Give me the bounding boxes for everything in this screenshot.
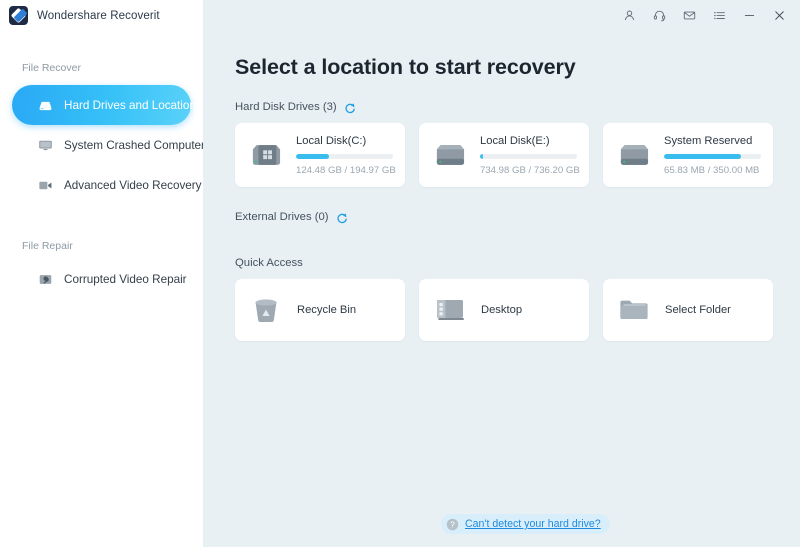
menu-icon[interactable] <box>704 0 734 31</box>
main-panel: Select a location to start recovery Hard… <box>203 0 800 547</box>
sidebar-item-label: System Crashed Computer <box>64 139 205 152</box>
content-area: Select a location to start recovery Hard… <box>203 0 800 341</box>
drive-card-body: Local Disk(C:) 124.48 GB / 194.97 GB <box>296 135 393 176</box>
drive-usage-fill <box>664 154 741 159</box>
sidebar-item-advanced-video-recovery[interactable]: Advanced Video Recovery <box>12 165 191 205</box>
drive-size-text: 124.48 GB / 194.97 GB <box>296 165 393 176</box>
sidebar-item-label: Corrupted Video Repair <box>64 273 187 286</box>
recycle-bin-icon <box>249 293 283 327</box>
mail-icon[interactable] <box>674 0 704 31</box>
sidebar-item-system-crashed-computer[interactable]: System Crashed Computer <box>12 125 191 165</box>
app-window: Wondershare Recoverit File Recover Hard … <box>0 0 800 547</box>
desktop-icon <box>433 293 467 327</box>
app-brand: Wondershare Recoverit <box>0 0 203 31</box>
cant-detect-hard-drive-link[interactable]: ? Can't detect your hard drive? <box>441 514 610 534</box>
drive-name: System Reserved <box>664 135 761 147</box>
quick-access-header: Quick Access <box>235 257 800 269</box>
video-repair-icon <box>37 271 54 288</box>
drive-card-system-reserved[interactable]: System Reserved 65.83 MB / 350.00 MB <box>603 123 773 187</box>
sidebar-item-hard-drives-and-locations[interactable]: Hard Drives and Locations <box>12 85 191 125</box>
drive-card-body: Local Disk(E:) 734.98 GB / 736.20 GB <box>480 135 577 176</box>
drive-usage-bar <box>480 154 577 159</box>
drive-card-body: System Reserved 65.83 MB / 350.00 MB <box>664 135 761 176</box>
sidebar: Wondershare Recoverit File Recover Hard … <box>0 0 203 547</box>
refresh-icon[interactable] <box>336 211 348 223</box>
quick-access-label: Quick Access <box>235 257 303 269</box>
close-icon[interactable] <box>764 0 794 31</box>
drive-card-local-disk-c[interactable]: Local Disk(C:) 124.48 GB / 194.97 GB <box>235 123 405 187</box>
support-icon[interactable] <box>644 0 674 31</box>
drive-icon <box>431 140 469 170</box>
sidebar-section-file-recover-label: File Recover <box>0 62 203 74</box>
external-drives-header: External Drives (0) <box>235 211 800 223</box>
hard-disk-drives-label: Hard Disk Drives (3) <box>235 101 337 113</box>
drive-usage-fill <box>480 154 483 159</box>
page-title: Select a location to start recovery <box>235 55 800 80</box>
quick-access-recycle-bin[interactable]: Recycle Bin <box>235 279 405 341</box>
quick-access-label-text: Select Folder <box>665 304 731 316</box>
drive-size-text: 734.98 GB / 736.20 GB <box>480 165 577 176</box>
quick-access-desktop[interactable]: Desktop <box>419 279 589 341</box>
windows-drive-icon <box>247 140 285 170</box>
sidebar-nav-file-repair: Corrupted Video Repair <box>0 262 203 296</box>
hard-disk-drives-header: Hard Disk Drives (3) <box>235 101 800 113</box>
minimize-icon[interactable] <box>734 0 764 31</box>
drive-size-text: 65.83 MB / 350.00 MB <box>664 165 761 176</box>
drive-usage-fill <box>296 154 329 159</box>
monitor-icon <box>37 137 54 154</box>
refresh-icon[interactable] <box>344 101 356 113</box>
help-link-text: Can't detect your hard drive? <box>465 518 601 530</box>
external-drives-label: External Drives (0) <box>235 211 329 223</box>
quick-access-label-text: Desktop <box>481 304 522 316</box>
account-icon[interactable] <box>614 0 644 31</box>
quick-access-select-folder[interactable]: Select Folder <box>603 279 773 341</box>
quick-access-label-text: Recycle Bin <box>297 304 356 316</box>
drive-card-local-disk-e[interactable]: Local Disk(E:) 734.98 GB / 736.20 GB <box>419 123 589 187</box>
hard-drive-icon <box>37 97 54 114</box>
drive-name: Local Disk(E:) <box>480 135 577 147</box>
sidebar-nav-file-recover: Hard Drives and Locations System Crashed… <box>0 85 203 205</box>
sidebar-item-label: Hard Drives and Locations <box>64 99 202 112</box>
sidebar-item-corrupted-video-repair[interactable]: Corrupted Video Repair <box>12 262 191 296</box>
video-camera-icon <box>37 177 54 194</box>
hard-disk-drive-cards: Local Disk(C:) 124.48 GB / 194.97 GB <box>235 123 800 187</box>
window-controls <box>614 0 800 31</box>
drive-name: Local Disk(C:) <box>296 135 393 147</box>
drive-icon <box>615 140 653 170</box>
drive-usage-bar <box>664 154 761 159</box>
app-title: Wondershare Recoverit <box>37 10 160 22</box>
drive-usage-bar <box>296 154 393 159</box>
sidebar-item-label: Advanced Video Recovery <box>64 179 202 192</box>
svg-text:?: ? <box>450 520 455 529</box>
folder-icon <box>617 293 651 327</box>
wondershare-diamond-logo-icon <box>9 6 28 25</box>
sidebar-section-file-repair-label: File Repair <box>0 240 203 252</box>
question-circle-icon: ? <box>446 518 459 531</box>
quick-access-cards: Recycle Bin <box>235 279 800 341</box>
